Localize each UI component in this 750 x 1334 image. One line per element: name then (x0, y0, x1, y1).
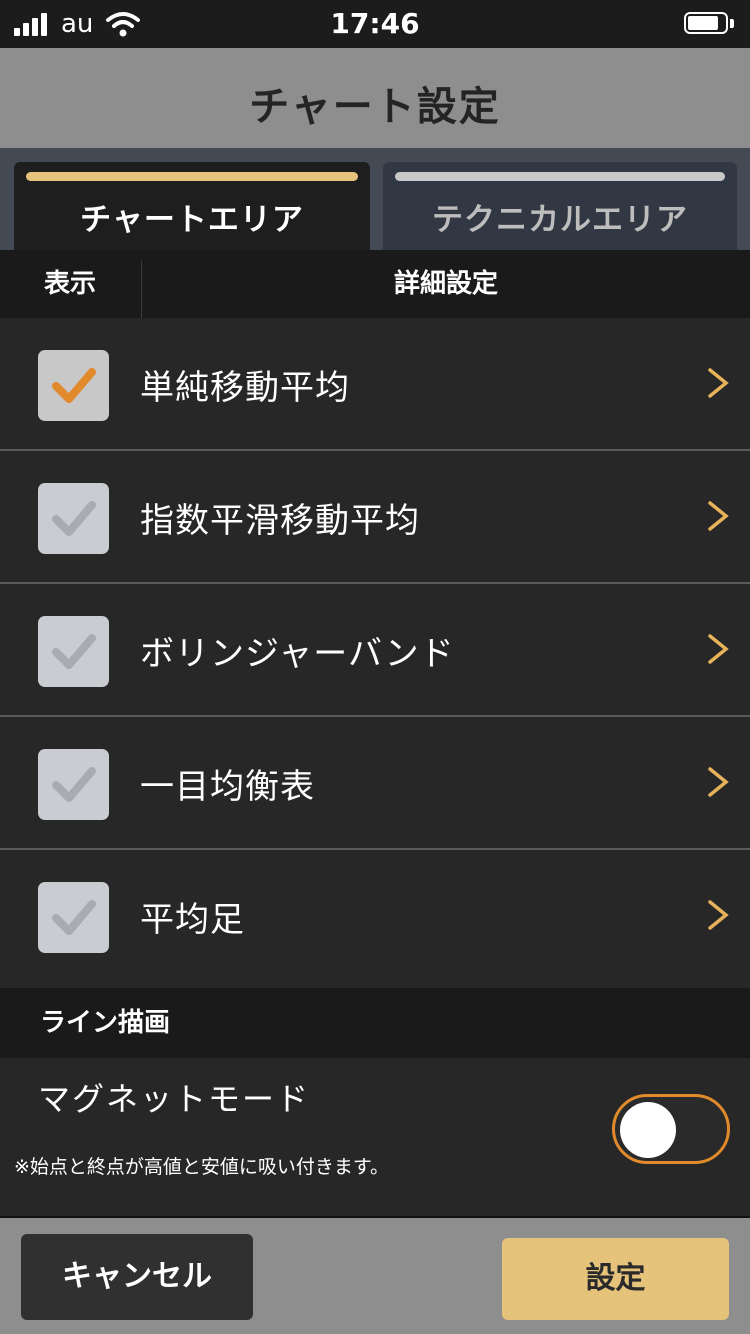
chevron-right-icon[interactable] (706, 628, 730, 670)
magnet-mode-row: マグネットモード ※始点と終点が高値と安値に吸い付きます。 (0, 1058, 750, 1216)
tab-label: テクニカルエリア (432, 202, 688, 238)
checkmark-icon (52, 900, 96, 935)
column-detail: 詳細設定 (393, 269, 498, 299)
magnet-mode-toggle[interactable] (612, 1094, 730, 1164)
chevron-right-icon[interactable] (706, 761, 730, 803)
chevron-right-icon[interactable] (706, 362, 730, 404)
item-row-exponential-moving-average[interactable]: 指数平滑移動平均 (0, 451, 750, 584)
item-label: 一目均衡表 (140, 767, 315, 807)
item-label: 指数平滑移動平均 (140, 501, 420, 541)
checkmark-icon (52, 634, 96, 669)
item-label: ボリンジャーバンド (140, 634, 455, 674)
set-button[interactable]: 設定 (502, 1238, 729, 1320)
chevron-right-icon[interactable] (706, 894, 730, 936)
column-show: 表示 (43, 269, 96, 299)
tab-label: チャートエリア (80, 202, 304, 238)
tab-strip: チャートエリア テクニカルエリア (0, 148, 750, 250)
item-label: 単純移動平均 (140, 368, 350, 408)
status-time: 17:46 (330, 7, 420, 40)
checkbox-heikin-ashi[interactable] (38, 882, 109, 953)
checkmark-icon (52, 368, 96, 403)
page-title: チャート設定 (249, 84, 501, 130)
checkmark-icon (52, 501, 96, 536)
magnet-mode-label: マグネットモード (38, 1080, 311, 1118)
checkbox-simple-moving-average[interactable] (38, 350, 109, 421)
item-row-heikin-ashi[interactable]: 平均足 (0, 850, 750, 988)
nav-bar: チャート設定 (0, 48, 750, 148)
tab-indicator (26, 172, 358, 181)
chevron-right-icon[interactable] (706, 495, 730, 537)
checkbox-ichimoku[interactable] (38, 749, 109, 820)
section-title: ライン描画 (40, 1008, 171, 1038)
cancel-button[interactable]: キャンセル (21, 1234, 253, 1320)
bottom-bar: キャンセル 設定 (0, 1216, 750, 1334)
tab-technical-area[interactable]: テクニカルエリア (383, 162, 737, 250)
tab-indicator (395, 172, 725, 181)
column-header: 表示 詳細設定 (0, 250, 750, 318)
item-row-ichimoku[interactable]: 一目均衡表 (0, 717, 750, 850)
checkbox-bollinger-band[interactable] (38, 616, 109, 687)
item-row-simple-moving-average[interactable]: 単純移動平均 (0, 318, 750, 451)
tab-chart-area[interactable]: チャートエリア (14, 162, 370, 250)
status-bar: au 17:46 (0, 0, 750, 48)
battery-icon (684, 12, 736, 36)
magnet-mode-note: ※始点と終点が高値と安値に吸い付きます。 (14, 1156, 390, 1178)
item-label: 平均足 (140, 900, 245, 940)
item-row-bollinger-band[interactable]: ボリンジャーバンド (0, 584, 750, 717)
checkmark-icon (52, 767, 96, 802)
toggle-knob (620, 1102, 676, 1158)
checkbox-exponential-moving-average[interactable] (38, 483, 109, 554)
section-header-line-drawing: ライン描画 (0, 988, 750, 1058)
